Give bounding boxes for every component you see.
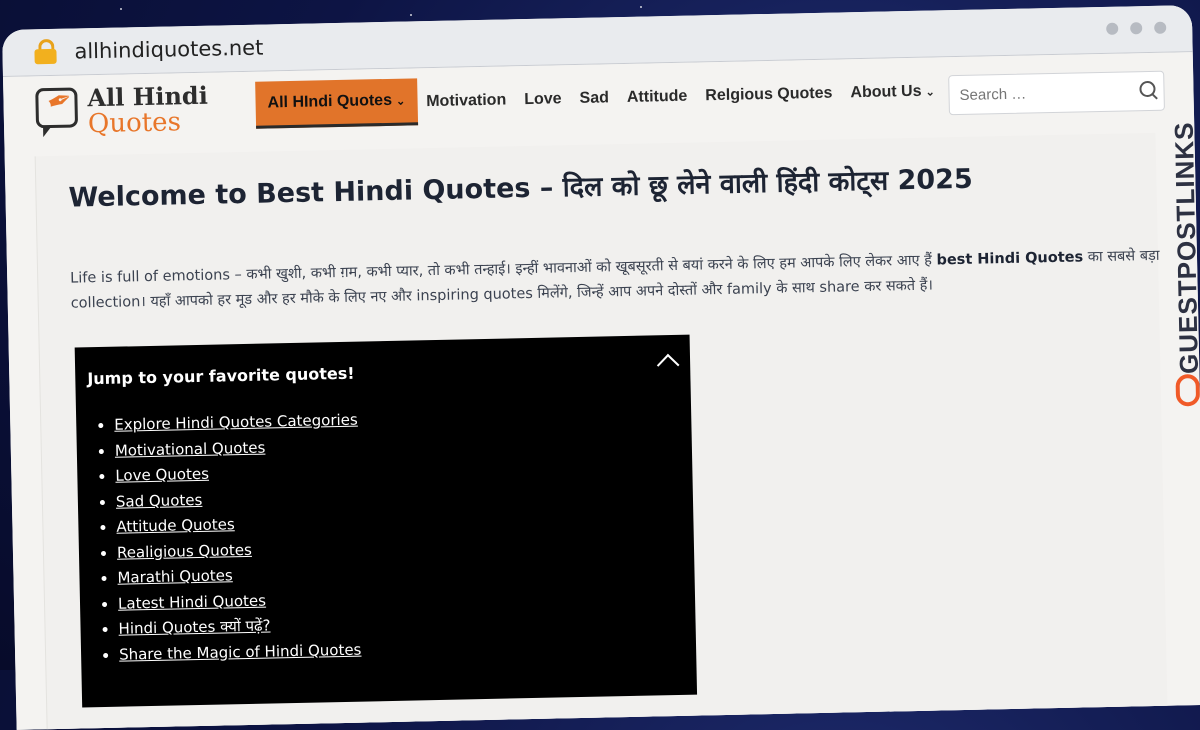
nav-label: Love xyxy=(524,89,562,108)
toc-link[interactable]: Attitude Quotes xyxy=(116,515,235,535)
search-input[interactable] xyxy=(957,81,1132,105)
guestpostlinks-badge: GUESTPOSTLINKS xyxy=(1164,112,1200,413)
window-dot[interactable] xyxy=(1106,22,1119,35)
nav-item-love[interactable]: Love xyxy=(515,80,571,119)
window-dot[interactable] xyxy=(1154,21,1167,34)
chevron-down-icon: ⌄ xyxy=(925,85,935,99)
browser-window: allhindiquotes.net ✒ All Hindi Quotes Al… xyxy=(2,5,1200,730)
toc-link[interactable]: Explore Hindi Quotes Categories xyxy=(114,411,358,434)
toc-link[interactable]: Realigious Quotes xyxy=(117,540,252,561)
nav-label: Relgious Quotes xyxy=(705,84,833,104)
toc-link[interactable]: Share the Magic of Hindi Quotes xyxy=(119,640,362,663)
toc-link[interactable]: Hindi Quotes क्यों पढ़ें? xyxy=(118,617,270,638)
lock-icon xyxy=(34,38,57,65)
nav-item-about-us[interactable]: About Us ⌄ xyxy=(841,72,944,112)
search-icon[interactable] xyxy=(1139,80,1156,98)
toc-link[interactable]: Marathi Quotes xyxy=(117,566,233,586)
nav-label: Motivation xyxy=(426,90,507,110)
search-box xyxy=(948,70,1165,116)
star xyxy=(120,8,122,10)
nav-item-religious-quotes[interactable]: Relgious Quotes xyxy=(696,74,842,115)
web-page: ✒ All Hindi Quotes All HIndi Quotes ⌄ Mot… xyxy=(2,52,1200,730)
main-nav: All HIndi Quotes ⌄ Motivation Love Sad At… xyxy=(255,67,944,129)
toc-list: Explore Hindi Quotes Categories Motivati… xyxy=(94,408,363,668)
window-controls xyxy=(1106,21,1167,35)
nav-item-all-hindi-quotes[interactable]: All HIndi Quotes ⌄ xyxy=(255,78,418,129)
nav-label: About Us xyxy=(850,82,922,101)
site-logo[interactable]: ✒ All Hindi Quotes xyxy=(35,80,211,145)
intro-paragraph: Life is full of emotions – कभी खुशी, कभी… xyxy=(70,243,1161,316)
star xyxy=(410,14,412,16)
list-item: Explore Hindi Quotes Categories xyxy=(114,408,358,439)
star xyxy=(640,6,642,8)
toc-heading: Jump to your favorite quotes! xyxy=(87,363,355,389)
page-title: Welcome to Best Hindi Quotes – दिल को छू… xyxy=(68,163,974,214)
nav-label: Attitude xyxy=(626,87,688,106)
nav-item-motivation[interactable]: Motivation xyxy=(417,81,516,121)
nav-label: All HIndi Quotes xyxy=(267,91,393,112)
logo-text-line2: Quotes xyxy=(87,107,182,140)
toc-link[interactable]: Latest Hindi Quotes xyxy=(118,591,266,612)
list-item: Share the Magic of Hindi Quotes xyxy=(119,637,363,668)
badge-text: GUESTPOSTLINKS xyxy=(1168,121,1200,375)
toc-link[interactable]: Sad Quotes xyxy=(116,490,203,510)
chevron-down-icon: ⌄ xyxy=(395,95,406,108)
nav-item-sad[interactable]: Sad xyxy=(570,79,618,118)
url-text[interactable]: allhindiquotes.net xyxy=(74,36,263,64)
table-of-contents: Jump to your favorite quotes! Explore Hi… xyxy=(74,334,698,708)
intro-bold-text: best Hindi Quotes xyxy=(936,248,1084,268)
link-icon xyxy=(1175,373,1200,407)
main-content: Welcome to Best Hindi Quotes – दिल को छू… xyxy=(34,132,1168,730)
toc-link[interactable]: Motivational Quotes xyxy=(115,438,266,459)
toc-link[interactable]: Love Quotes xyxy=(115,465,209,485)
nav-item-attitude[interactable]: Attitude xyxy=(618,77,697,117)
nav-label: Sad xyxy=(579,88,610,107)
chevron-up-icon[interactable] xyxy=(656,353,680,377)
window-dot[interactable] xyxy=(1130,22,1143,35)
